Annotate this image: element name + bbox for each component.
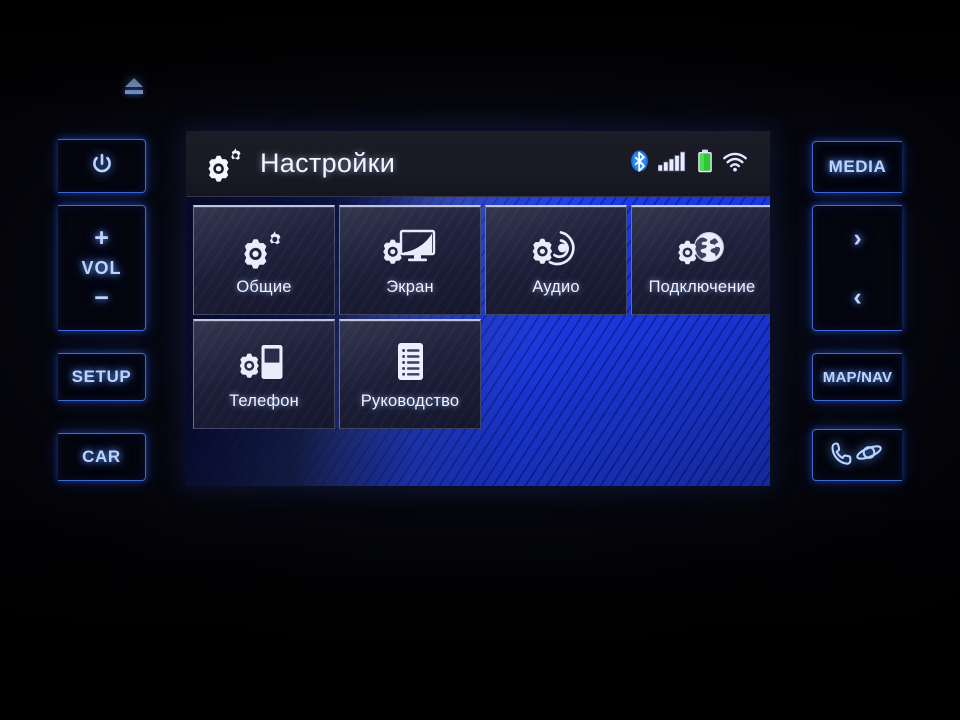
tile-label: Общие bbox=[236, 277, 292, 296]
monitor-gear-icon bbox=[383, 225, 437, 271]
volume-up-button[interactable]: + bbox=[94, 225, 109, 251]
setup-button[interactable]: SETUP bbox=[58, 353, 146, 401]
settings-tile-grid: Общие Экран Аудио Подключение Телефон Ру… bbox=[193, 205, 770, 429]
document-list-icon bbox=[388, 339, 432, 385]
power-icon bbox=[90, 152, 114, 181]
battery-icon bbox=[697, 149, 713, 178]
phone-voice-icon bbox=[829, 439, 887, 472]
gears-icon bbox=[204, 144, 250, 184]
signal-bars-icon bbox=[657, 150, 688, 177]
gears-icon bbox=[238, 225, 290, 271]
tile-manual[interactable]: Руководство bbox=[339, 319, 481, 429]
setup-label: SETUP bbox=[71, 367, 132, 386]
page-title: Настройки bbox=[260, 148, 396, 178]
tile-label: Телефон bbox=[229, 391, 299, 410]
audio-gear-icon bbox=[530, 225, 582, 271]
tile-display[interactable]: Экран bbox=[339, 205, 481, 315]
car-button[interactable]: CAR bbox=[58, 433, 146, 481]
cabin-top-shadow bbox=[0, 0, 960, 120]
media-label: MEDIA bbox=[828, 157, 887, 176]
status-bar bbox=[622, 146, 756, 182]
tile-audio[interactable]: Аудио bbox=[485, 205, 627, 315]
tile-label: Экран bbox=[386, 277, 434, 296]
bluetooth-icon bbox=[630, 149, 649, 178]
tile-label: Руководство bbox=[360, 391, 460, 410]
seek-next-button[interactable]: › bbox=[853, 226, 861, 251]
tile-label: Подключение bbox=[648, 277, 756, 296]
car-label: CAR bbox=[82, 447, 121, 466]
wifi-icon bbox=[722, 151, 748, 177]
phone-gear-icon bbox=[238, 339, 290, 385]
map-nav-button[interactable]: MAP/NAV bbox=[812, 353, 902, 401]
power-button[interactable] bbox=[58, 139, 146, 193]
screen-titlebar: Настройки bbox=[186, 131, 770, 197]
volume-label: VOL bbox=[81, 257, 122, 278]
tile-label: Аудио bbox=[532, 277, 580, 296]
cabin-bottom-shadow bbox=[0, 490, 960, 720]
map-nav-label: MAP/NAV bbox=[822, 368, 893, 386]
media-button[interactable]: MEDIA bbox=[812, 141, 902, 193]
globe-gear-icon bbox=[676, 225, 728, 271]
tile-phone[interactable]: Телефон bbox=[193, 319, 335, 429]
volume-down-button[interactable]: − bbox=[94, 285, 109, 311]
volume-rocker[interactable]: + VOL − bbox=[58, 205, 146, 331]
seek-rocker[interactable]: › ‹ bbox=[812, 205, 902, 331]
tile-general[interactable]: Общие bbox=[193, 205, 335, 315]
phone-voice-button[interactable] bbox=[812, 429, 902, 481]
infotainment-screen[interactable]: Настройки Общие Экран Аудио Подключение … bbox=[186, 131, 770, 486]
tile-connection[interactable]: Подключение bbox=[631, 205, 770, 315]
seek-prev-button[interactable]: ‹ bbox=[853, 285, 861, 310]
